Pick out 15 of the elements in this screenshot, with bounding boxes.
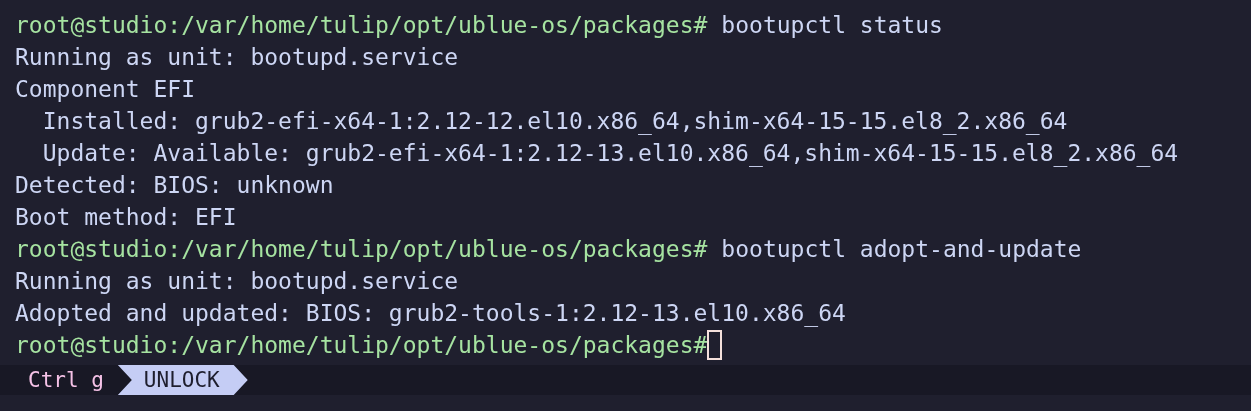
prompt-path: root@studio:/var/home/tulip/opt/ublue-os/packages#	[15, 331, 708, 360]
output-text: Update: Available: grub2-efi-x64-1:2.12-13.el10.x86_64,shim-x64-15-15.el8_2.x86_64	[41, 139, 1179, 169]
output-text: Component EFI	[15, 75, 195, 104]
command-text: bootupctl adopt-and-update	[721, 235, 1082, 264]
prompt-path: root@studio:/var/home/tulip/opt/ublue-os/packages#	[15, 235, 708, 264]
output-text: Boot method: EFI	[15, 203, 237, 232]
output-text: Running as unit: bootupd.service	[15, 43, 459, 72]
prompt-path: root@studio:/var/home/tulip/opt/ublue-os/packages#	[15, 11, 708, 40]
output-text: Adopted and updated: BIOS: grub2-tools-1:2.12-13.el10.x86_64	[15, 299, 846, 329]
command-text: bootupctl status	[721, 11, 943, 40]
output-text: Installed: grub2-efi-x64-1:2.12-12.el10.x86_64,shim-x64-15-15.el8_2.x86_64	[41, 107, 1068, 137]
key-hint: Ctrl g	[28, 368, 104, 392]
output-text: Detected: BIOS: unknown	[15, 171, 334, 200]
mode-badge: UNLOCK	[117, 365, 248, 395]
output-text: Running as unit: bootupd.service	[15, 267, 459, 296]
